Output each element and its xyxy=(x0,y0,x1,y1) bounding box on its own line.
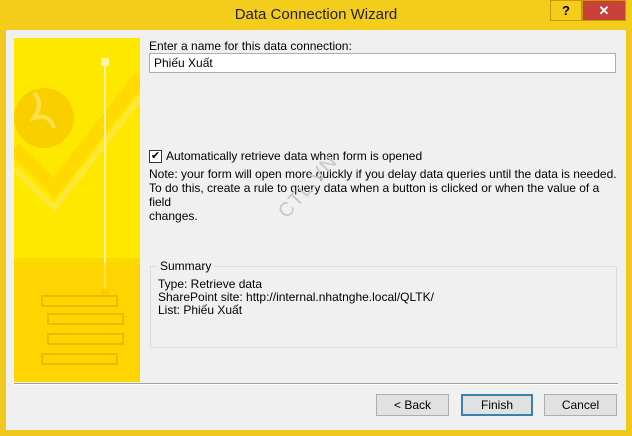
title-bar[interactable]: Data Connection Wizard ? ✕ xyxy=(0,0,632,30)
auto-retrieve-checkbox[interactable]: ✔ xyxy=(149,149,162,163)
auto-retrieve-option[interactable]: ✔ Automatically retrieve data when form … xyxy=(149,149,422,163)
wizard-body: Enter a name for this data connection: ✔… xyxy=(6,30,626,430)
back-button[interactable]: < Back xyxy=(376,394,449,416)
connection-name-label: Enter a name for this data connection: xyxy=(149,39,352,53)
cancel-button[interactable]: Cancel xyxy=(544,394,617,416)
note-line: changes. xyxy=(149,209,198,223)
summary-details: Type: Retrieve data SharePoint site: htt… xyxy=(158,278,434,317)
finish-button[interactable]: Finish xyxy=(461,394,533,416)
note-line: Note: your form will open more quickly i… xyxy=(149,167,617,181)
summary-list: List: Phiếu Xuất xyxy=(158,303,243,317)
performance-note: Note: your form will open more quickly i… xyxy=(149,167,619,223)
note-line: To do this, create a rule to query data … xyxy=(149,181,600,209)
footer-separator xyxy=(14,383,618,385)
connection-name-input[interactable] xyxy=(149,53,616,73)
summary-title: Summary xyxy=(157,259,215,273)
banner-artwork xyxy=(14,58,140,382)
window-title: Data Connection Wizard xyxy=(234,6,398,23)
data-connection-wizard-window: Data Connection Wizard ? ✕ Enter a name … xyxy=(0,0,632,436)
wizard-banner-image xyxy=(14,38,140,382)
close-button[interactable]: ✕ xyxy=(582,0,626,21)
auto-retrieve-label: Automatically retrieve data when form is… xyxy=(166,149,423,163)
help-button[interactable]: ? xyxy=(550,0,582,21)
